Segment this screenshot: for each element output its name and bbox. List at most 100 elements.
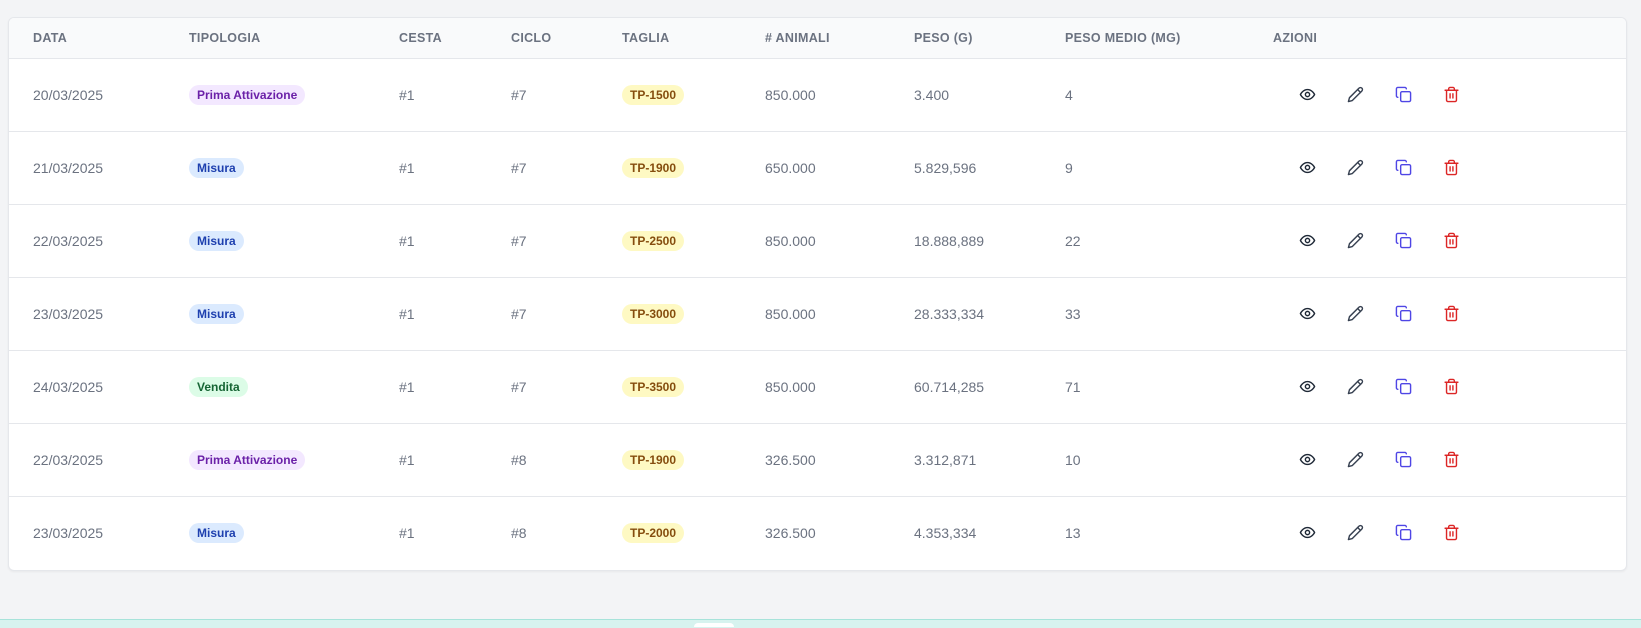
taglia-badge: TP-1900 <box>622 449 685 470</box>
header-tipologia[interactable]: Tipologia <box>189 18 399 59</box>
cell-data: 22/03/2025 <box>33 451 104 468</box>
cell-peso: 3.312,871 <box>914 451 977 468</box>
cell-tipologia: Misura <box>189 277 399 350</box>
cell-data: 20/03/2025 <box>33 86 104 103</box>
cell-data: 23/03/2025 <box>33 305 104 322</box>
delete-button[interactable] <box>1427 446 1475 474</box>
cell-animali: 326.500 <box>765 451 816 468</box>
table-body: 20/03/2025 Prima Attivazione #1 #7 TP-1500 85… <box>9 58 1626 569</box>
table-row[interactable]: 22/03/2025 Misura #1 #7 TP-2500 850.000 18.888… <box>9 204 1626 277</box>
pencil-icon <box>1347 524 1364 541</box>
view-button[interactable] <box>1283 373 1331 401</box>
cell-animali: 850.000 <box>765 378 816 395</box>
edit-button[interactable] <box>1331 81 1379 109</box>
taglia-badge: TP-1500 <box>622 84 685 105</box>
cell-taglia: TP-1900 <box>622 131 765 204</box>
cell-peso: 4.353,334 <box>914 524 977 541</box>
row-actions <box>1273 446 1626 474</box>
tipologia-badge: Vendita <box>189 376 248 397</box>
trash-icon <box>1443 86 1460 103</box>
cell-peso: 3.400 <box>914 86 950 103</box>
header-data[interactable]: Data <box>9 18 189 59</box>
cell-ciclo: #7 <box>511 159 527 176</box>
trash-icon <box>1443 378 1460 395</box>
cell-taglia: TP-2000 <box>622 496 765 569</box>
cell-cesta: #1 <box>399 305 415 322</box>
edit-button[interactable] <box>1331 373 1379 401</box>
table-row[interactable]: 23/03/2025 Misura #1 #7 TP-3000 850.000 28.333… <box>9 277 1626 350</box>
eye-icon <box>1299 378 1316 395</box>
cell-peso-medio: 33 <box>1065 305 1081 322</box>
view-button[interactable] <box>1283 300 1331 328</box>
duplicate-button[interactable] <box>1379 300 1427 328</box>
table-row[interactable]: 21/03/2025 Misura #1 #7 TP-1900 650.000 5.829,… <box>9 131 1626 204</box>
duplicate-button[interactable] <box>1379 519 1427 547</box>
edit-button[interactable] <box>1331 154 1379 182</box>
edit-button[interactable] <box>1331 519 1379 547</box>
view-button[interactable] <box>1283 81 1331 109</box>
delete-button[interactable] <box>1427 227 1475 255</box>
tipologia-badge: Prima Attivazione <box>189 84 306 105</box>
view-button[interactable] <box>1283 154 1331 182</box>
copy-icon <box>1395 451 1412 468</box>
header-cesta[interactable]: Cesta <box>399 18 511 59</box>
taglia-badge: TP-3000 <box>622 303 685 324</box>
view-button[interactable] <box>1283 446 1331 474</box>
trash-icon <box>1443 232 1460 249</box>
operations-table: Data Tipologia Cesta Ciclo Taglia # Anim… <box>9 18 1626 569</box>
eye-icon <box>1299 305 1316 322</box>
duplicate-button[interactable] <box>1379 81 1427 109</box>
cell-tipologia: Prima Attivazione <box>189 58 399 131</box>
delete-button[interactable] <box>1427 519 1475 547</box>
duplicate-button[interactable] <box>1379 227 1427 255</box>
pencil-icon <box>1347 86 1364 103</box>
delete-button[interactable] <box>1427 300 1475 328</box>
table-row[interactable]: 22/03/2025 Prima Attivazione #1 #8 TP-1900 32… <box>9 423 1626 496</box>
bottom-panel-tab[interactable] <box>694 623 734 627</box>
tipologia-badge: Prima Attivazione <box>189 449 306 470</box>
eye-icon <box>1299 86 1316 103</box>
table-header-row: Data Tipologia Cesta Ciclo Taglia # Anim… <box>9 18 1626 59</box>
header-peso[interactable]: Peso (g) <box>914 18 1065 59</box>
duplicate-button[interactable] <box>1379 446 1427 474</box>
copy-icon <box>1395 305 1412 322</box>
table-row[interactable]: 24/03/2025 Vendita #1 #7 TP-3500 850.000 60.71… <box>9 350 1626 423</box>
tipologia-badge: Misura <box>189 157 244 178</box>
row-actions <box>1273 373 1626 401</box>
copy-icon <box>1395 86 1412 103</box>
copy-icon <box>1395 378 1412 395</box>
cell-cesta: #1 <box>399 232 415 249</box>
table-row[interactable]: 20/03/2025 Prima Attivazione #1 #7 TP-1500 85… <box>9 58 1626 131</box>
cell-peso-medio: 10 <box>1065 451 1081 468</box>
taglia-badge: TP-3500 <box>622 376 685 397</box>
edit-button[interactable] <box>1331 227 1379 255</box>
duplicate-button[interactable] <box>1379 154 1427 182</box>
row-actions <box>1273 154 1626 182</box>
cell-ciclo: #7 <box>511 305 527 322</box>
delete-button[interactable] <box>1427 373 1475 401</box>
header-ciclo[interactable]: Ciclo <box>511 18 622 59</box>
header-animali[interactable]: # Animali <box>765 18 914 59</box>
cell-taglia: TP-1900 <box>622 423 765 496</box>
eye-icon <box>1299 159 1316 176</box>
cell-peso-medio: 9 <box>1065 159 1073 176</box>
header-taglia[interactable]: Taglia <box>622 18 765 59</box>
header-peso-medio[interactable]: Peso medio (mg) <box>1065 18 1273 59</box>
edit-button[interactable] <box>1331 446 1379 474</box>
cell-tipologia: Misura <box>189 131 399 204</box>
eye-icon <box>1299 524 1316 541</box>
edit-button[interactable] <box>1331 300 1379 328</box>
view-button[interactable] <box>1283 227 1331 255</box>
delete-button[interactable] <box>1427 81 1475 109</box>
duplicate-button[interactable] <box>1379 373 1427 401</box>
cell-azioni <box>1273 204 1626 277</box>
delete-button[interactable] <box>1427 154 1475 182</box>
table-row[interactable]: 23/03/2025 Misura #1 #8 TP-2000 326.500 4.353,… <box>9 496 1626 569</box>
pencil-icon <box>1347 232 1364 249</box>
pencil-icon <box>1347 305 1364 322</box>
row-actions <box>1273 300 1626 328</box>
cell-ciclo: #7 <box>511 86 527 103</box>
cell-peso-medio: 4 <box>1065 86 1073 103</box>
cell-tipologia: Vendita <box>189 350 399 423</box>
view-button[interactable] <box>1283 519 1331 547</box>
